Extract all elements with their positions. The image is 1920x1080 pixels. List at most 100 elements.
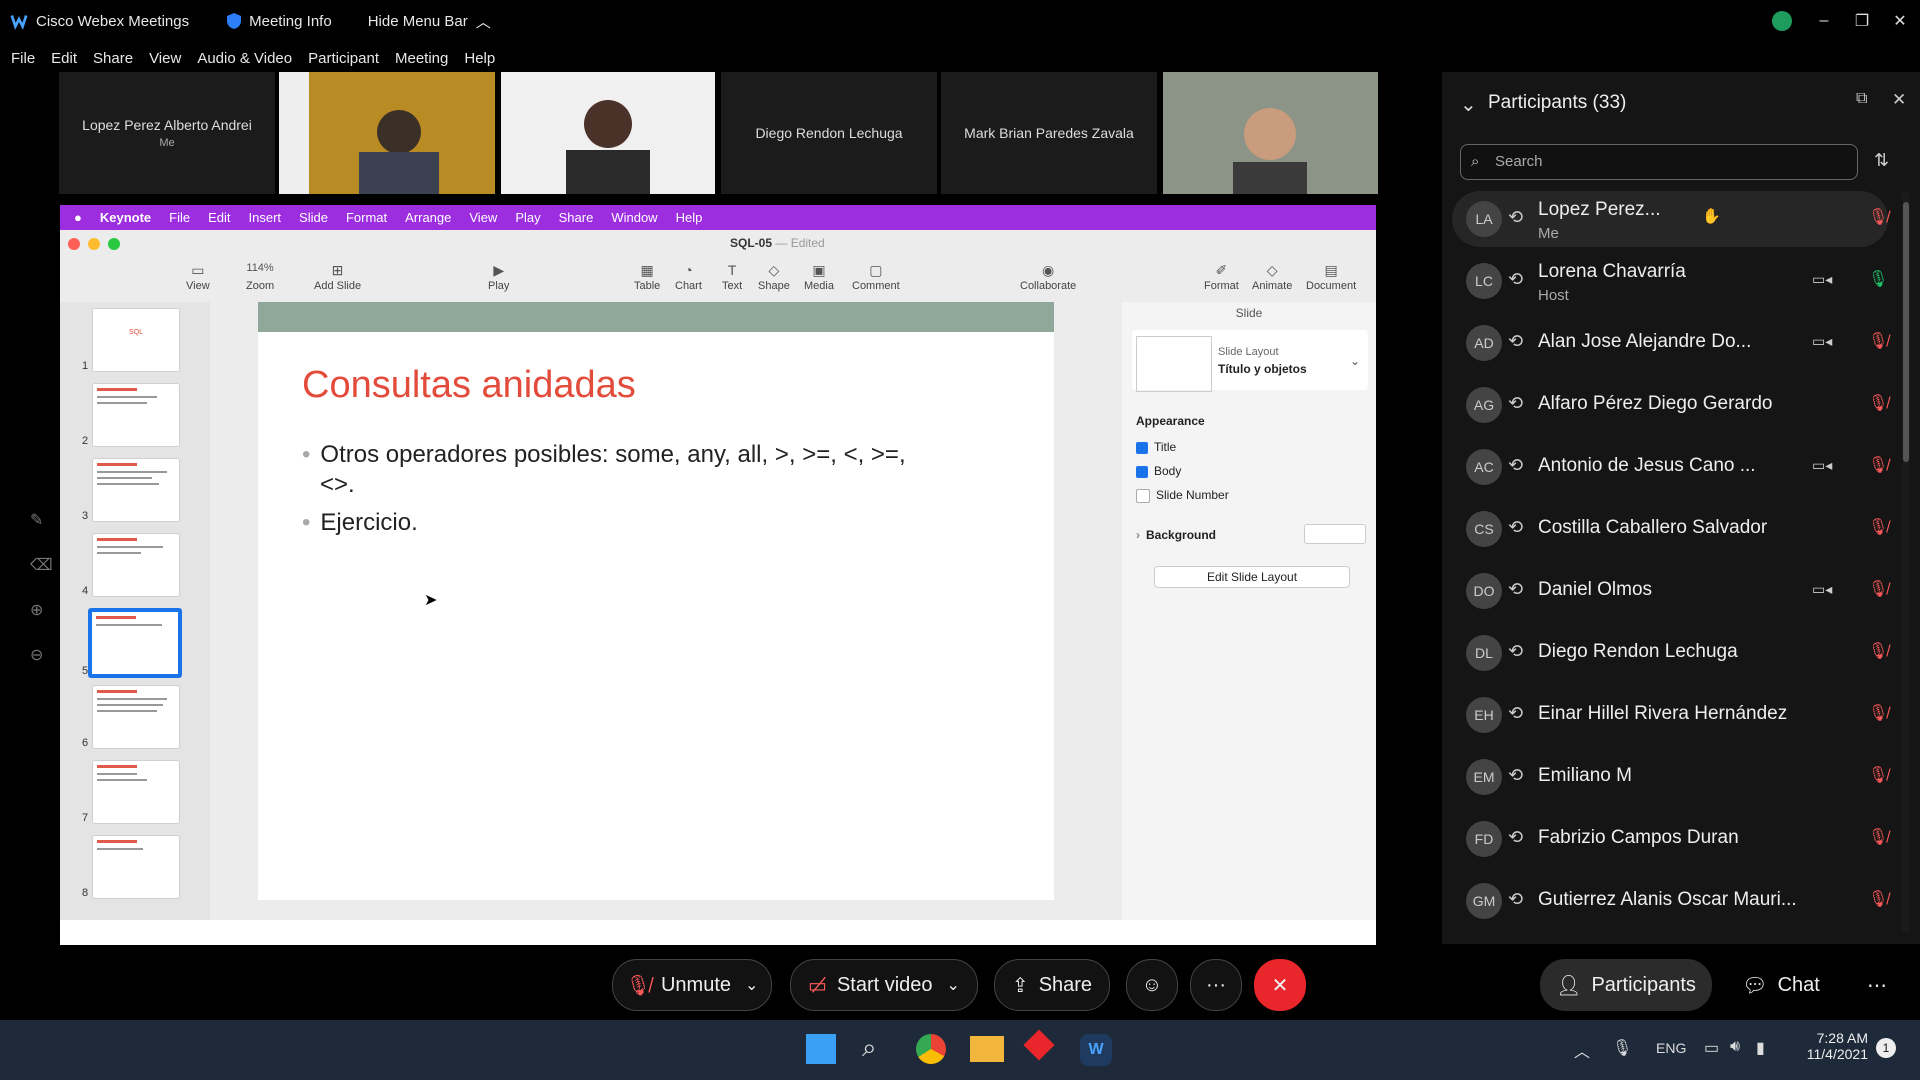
microphone-tray-icon[interactable]: 🎙︎ — [1612, 1038, 1632, 1058]
clock[interactable]: 7:28 AM 11/4/2021 — [1800, 1030, 1868, 1062]
close-dot-icon[interactable] — [68, 238, 80, 250]
slide-canvas[interactable]: Consultas anidadas • Otros operadores pos… — [258, 302, 1054, 900]
chevron-down-icon[interactable]: ⌄ — [1460, 92, 1477, 117]
keynote-menu-format[interactable]: Format — [346, 210, 387, 225]
format-tool[interactable]: ✐ Format — [1204, 262, 1239, 292]
title-checkbox[interactable]: Title — [1136, 440, 1176, 454]
muted-mic-icon[interactable]: 🎙︎̸ — [1868, 827, 1888, 847]
video-tile-mark[interactable]: Mark Brian Paredes Zavala — [941, 72, 1157, 194]
participant-row[interactable]: DL ⟲ Diego Rendon Lechuga 🎙︎̸ — [1452, 625, 1888, 681]
slide-thumbnail[interactable]: SQL — [92, 308, 180, 372]
zoom-in-icon[interactable]: ⊕ — [30, 588, 53, 633]
muted-mic-icon[interactable]: 🎙︎̸ — [1868, 393, 1888, 413]
keynote-menu-edit[interactable]: Edit — [208, 210, 230, 225]
slide-thumbnail[interactable] — [92, 835, 180, 899]
participant-row[interactable]: LC ⟲ Lorena Chavarría Host ▭◂ 🎙︎ — [1452, 253, 1888, 309]
slide-layout-selector[interactable]: Slide Layout Título y objetos ⌄ — [1132, 330, 1368, 392]
panel-more-button[interactable]: ⋯ — [1856, 959, 1898, 1011]
leave-meeting-button[interactable]: ✕ — [1254, 959, 1306, 1011]
windows-start-icon[interactable] — [806, 1034, 836, 1064]
animate-tool[interactable]: ◇ Animate — [1252, 262, 1292, 292]
network-icon[interactable]: ▭ — [1704, 1038, 1719, 1058]
keynote-menu-file[interactable]: File — [169, 210, 190, 225]
media-tool[interactable]: ▣ Media — [804, 262, 834, 292]
muted-mic-icon[interactable]: 🎙︎̸ — [1868, 207, 1888, 227]
notification-badge[interactable]: 1 — [1876, 1038, 1896, 1058]
zoom-out-icon[interactable]: ⊖ — [30, 633, 53, 678]
play-tool[interactable]: ▶ Play — [488, 262, 509, 292]
keynote-menu-share[interactable]: Share — [559, 210, 594, 225]
menu-file[interactable]: File — [11, 50, 35, 67]
participants-toggle-button[interactable]: 👤︎ Participants — [1540, 959, 1712, 1011]
keynote-menu-play[interactable]: Play — [515, 210, 540, 225]
shape-tool[interactable]: ◇ Shape — [758, 262, 790, 292]
scrollbar-thumb[interactable] — [1903, 202, 1909, 462]
muted-mic-icon[interactable]: 🎙︎̸ — [1868, 641, 1888, 661]
meeting-info-button[interactable]: Meeting Info — [225, 12, 332, 30]
view-tool[interactable]: ▭ View — [186, 262, 210, 292]
slide-thumbnail-selected[interactable] — [88, 608, 182, 678]
sort-icon[interactable]: ⇅ — [1874, 150, 1889, 171]
video-tile-camera-2[interactable] — [501, 72, 715, 194]
chart-tool[interactable]: ◔ Chart — [675, 262, 702, 292]
volume-icon[interactable]: 🔊︎ — [1730, 1038, 1740, 1056]
popout-icon[interactable]: ⧉ — [1856, 90, 1867, 108]
keynote-menu-view[interactable]: View — [469, 210, 497, 225]
active-mic-icon[interactable]: 🎙︎ — [1868, 269, 1888, 289]
edit-slide-layout-button[interactable]: Edit Slide Layout — [1154, 566, 1350, 588]
muted-mic-icon[interactable]: 🎙︎̸ — [1868, 579, 1888, 599]
body-checkbox[interactable]: Body — [1136, 464, 1181, 478]
menu-share[interactable]: Share — [93, 50, 133, 67]
participant-row[interactable]: AD ⟲ Alan Jose Alejandre Do... ▭◂ 🎙︎̸ — [1452, 315, 1888, 371]
video-tile-me[interactable]: Lopez Perez Alberto Andrei Me — [59, 72, 275, 194]
menu-meeting[interactable]: Meeting — [395, 50, 448, 67]
minimize-button[interactable]: – — [1804, 0, 1844, 42]
muted-mic-icon[interactable]: 🎙︎̸ — [1868, 765, 1888, 785]
slide-thumbnail[interactable] — [92, 685, 180, 749]
participants-scrollbar[interactable] — [1902, 192, 1910, 932]
menu-view[interactable]: View — [149, 50, 181, 67]
slide-thumbnail[interactable] — [92, 760, 180, 824]
add-slide-tool[interactable]: ⊞ Add Slide — [314, 262, 361, 292]
chevron-down-icon[interactable]: ⌄ — [745, 975, 758, 995]
table-tool[interactable]: ▦ Table — [634, 262, 660, 292]
comment-tool[interactable]: ▢ Comment — [852, 262, 900, 292]
share-button[interactable]: ⇪ Share — [994, 959, 1110, 1011]
eraser-icon[interactable]: ⌫ — [30, 543, 53, 588]
document-tool[interactable]: ▤ Document — [1306, 262, 1356, 292]
chat-button[interactable]: 💬︎ Chat — [1730, 959, 1832, 1011]
language-indicator[interactable]: ENG — [1656, 1040, 1686, 1056]
slide-bullet-1[interactable]: • Otros operadores posibles: some, any, a… — [302, 440, 906, 470]
keynote-app-menu[interactable]: Keynote — [100, 210, 151, 225]
inspector-tab-slide[interactable]: Slide — [1122, 302, 1376, 320]
slide-thumbnail[interactable] — [92, 458, 180, 522]
close-window-button[interactable]: ✕ — [1880, 0, 1920, 42]
muted-mic-icon[interactable]: 🎙︎̸ — [1868, 455, 1888, 475]
chrome-icon[interactable] — [916, 1034, 946, 1064]
video-tile-diego[interactable]: Diego Rendon Lechuga — [721, 72, 937, 194]
menu-edit[interactable]: Edit — [51, 50, 77, 67]
webex-taskbar-icon[interactable]: W — [1080, 1034, 1112, 1066]
muted-mic-icon[interactable]: 🎙︎̸ — [1868, 889, 1888, 909]
keynote-menu-help[interactable]: Help — [676, 210, 703, 225]
chevron-up-icon[interactable]: ︿ — [1574, 1038, 1590, 1062]
background-row[interactable]: › Background — [1136, 528, 1216, 542]
muted-mic-icon[interactable]: 🎙︎̸ — [1868, 517, 1888, 537]
menu-help[interactable]: Help — [464, 50, 495, 67]
start-video-button[interactable]: ▭̸ Start video ⌄ — [790, 959, 978, 1011]
video-tile-camera-1[interactable] — [279, 72, 495, 194]
participant-row[interactable]: AC ⟲ Antonio de Jesus Cano ... ▭◂ 🎙︎̸ — [1452, 439, 1888, 495]
battery-icon[interactable]: ▮ — [1756, 1038, 1765, 1058]
video-tile-camera-3[interactable] — [1163, 72, 1378, 194]
restore-button[interactable]: ❐ — [1842, 0, 1882, 42]
unmute-button[interactable]: 🎙︎̸ Unmute ⌄ — [612, 959, 772, 1011]
muted-mic-icon[interactable]: 🎙︎̸ — [1868, 703, 1888, 723]
slide-title[interactable]: Consultas anidadas — [302, 364, 636, 407]
background-color-well[interactable] — [1304, 524, 1366, 544]
collaborate-tool[interactable]: ◉ Collaborate — [1020, 262, 1076, 292]
hide-menu-bar-button[interactable]: Hide Menu Bar ︿ — [368, 11, 491, 32]
search-icon[interactable]: ⌕ — [862, 1032, 877, 1064]
participant-row[interactable]: LA ⟲ Lopez Perez... Me ✋ 🎙︎̸ — [1452, 191, 1888, 247]
zoom-dot-icon[interactable] — [108, 238, 120, 250]
slide-thumbnail[interactable] — [92, 533, 180, 597]
